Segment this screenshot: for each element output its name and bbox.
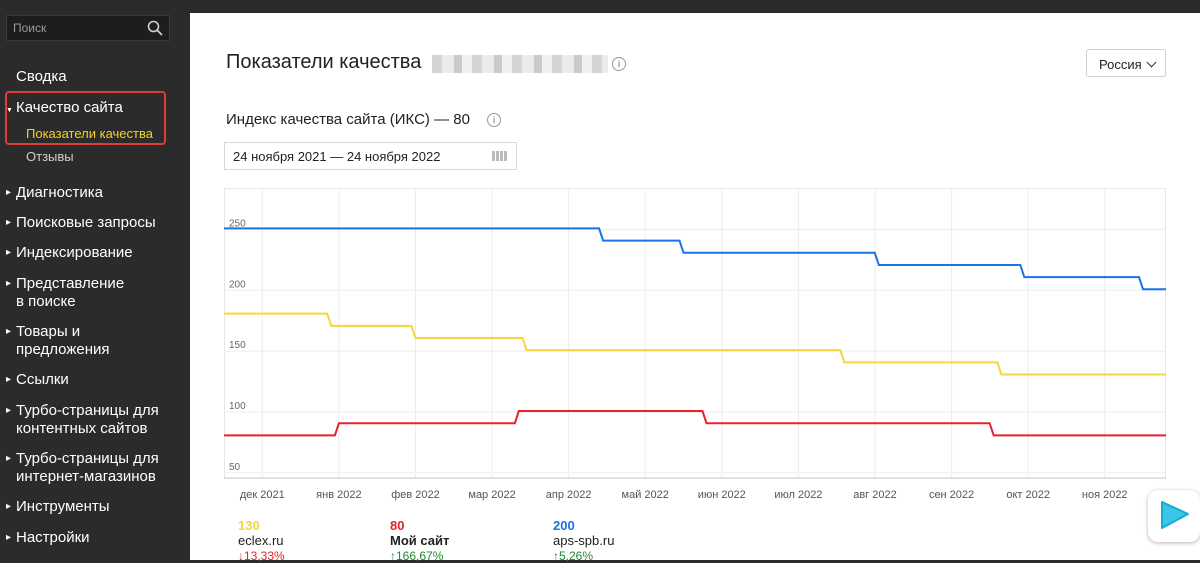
x-tick-label: май 2022: [622, 489, 669, 501]
chart: дек 2021 янв 2022 фев 2022 мар 2022 апр 2022…: [224, 188, 1167, 503]
legend-change: ↑166,67%: [390, 549, 444, 563]
x-tick-label: окт 2022: [1006, 489, 1050, 501]
sidebar-item-label: Качество сайта: [16, 99, 123, 116]
chevron-down-icon: [1146, 57, 1157, 68]
collapsed-arrow-icon: ▸: [6, 501, 12, 512]
x-tick-label: авг 2022: [853, 489, 897, 501]
legend-site: aps-spb.ru: [553, 533, 615, 548]
expanded-arrow-icon: ▼: [6, 107, 13, 114]
sidebar-item-links[interactable]: ▸ Ссылки: [6, 371, 69, 389]
search-icon[interactable]: [147, 20, 163, 36]
main-panel: Показатели качества i Россия Индекс каче…: [190, 13, 1200, 563]
date-range-picker[interactable]: 24 ноября 2021 — 24 ноября 2022: [224, 142, 517, 170]
collapsed-arrow-icon: ▸: [6, 247, 12, 258]
sidebar-item-tools[interactable]: ▸ Инструменты: [6, 498, 110, 516]
play-chat-icon: [1161, 501, 1189, 529]
legend-change: ↑5,26%: [553, 549, 594, 563]
x-tick-label: мар 2022: [468, 489, 515, 501]
sidebar-subitem-quality-indicators[interactable]: Показатели качества: [26, 126, 153, 141]
y-tick-label: 150: [229, 340, 246, 351]
sidebar-item-label: контентных сайтов: [16, 420, 148, 437]
sidebar-item-label: Инструменты: [16, 498, 110, 515]
legend-item-aps-spb[interactable]: 200 aps-spb.ru ↑5,26%: [553, 518, 614, 563]
legend-item-eclex[interactable]: 130 eclex.ru ↓13,33%: [238, 518, 285, 563]
sidebar-item-label: интернет-магазинов: [16, 468, 156, 485]
page-title: Показатели качества: [226, 51, 422, 73]
sidebar-item-summary[interactable]: Сводка: [16, 68, 67, 85]
collapsed-arrow-icon: ▸: [6, 532, 12, 543]
sidebar: Сводка ▼ Качество сайта Показатели качес…: [0, 0, 190, 560]
sidebar-item-search-appearance[interactable]: ▸ Представление в поиске: [6, 275, 125, 311]
sidebar-subitem-reviews[interactable]: Отзывы: [26, 149, 74, 164]
series-line: [224, 312, 1166, 376]
sidebar-item-quality[interactable]: ▼ Качество сайта: [6, 99, 123, 117]
collapsed-arrow-icon: ▸: [6, 453, 12, 464]
legend-value: 200: [553, 518, 575, 533]
sidebar-item-label: Товары и: [16, 323, 81, 340]
x-tick-label: июл 2022: [774, 489, 822, 501]
legend-value: 80: [390, 518, 405, 533]
iks-subtitle: Индекс качества сайта (ИКС) — 80: [226, 111, 470, 128]
legend-value: 130: [238, 518, 260, 533]
sidebar-item-indexing[interactable]: ▸ Индексирование: [6, 244, 133, 262]
x-tick-label: ноя 2022: [1082, 489, 1128, 501]
legend-site: Мой сайт: [390, 533, 450, 548]
sidebar-item-label: Ссылки: [16, 371, 69, 388]
sidebar-item-label: Настройки: [16, 529, 90, 546]
region-label: Россия: [1099, 57, 1142, 72]
legend-site: eclex.ru: [238, 533, 284, 548]
x-tick-label: сен 2022: [929, 489, 974, 501]
sidebar-item-settings[interactable]: ▸ Настройки: [6, 529, 90, 547]
sidebar-item-label: Турбо-страницы для: [16, 450, 159, 467]
y-tick-label: 100: [229, 401, 246, 412]
sidebar-item-products[interactable]: ▸ Товары и предложения: [6, 323, 110, 359]
x-tick-label: июн 2022: [698, 489, 746, 501]
collapsed-arrow-icon: ▸: [6, 187, 12, 198]
sidebar-item-label: Поисковые запросы: [16, 214, 156, 231]
collapsed-arrow-icon: ▸: [6, 217, 12, 228]
sidebar-item-turbo-content[interactable]: ▸ Турбо-страницы для контентных сайтов: [6, 402, 159, 438]
collapsed-arrow-icon: ▸: [6, 326, 12, 337]
sidebar-item-search-queries[interactable]: ▸ Поисковые запросы: [6, 214, 156, 232]
series-line: [224, 227, 1166, 291]
legend-item-my-site[interactable]: 80 Мой сайт ↑166,67%: [390, 518, 449, 563]
sidebar-item-label: Представление: [16, 275, 125, 292]
calendar-icon: [492, 151, 508, 161]
sidebar-item-diagnostics[interactable]: ▸ Диагностика: [6, 184, 103, 202]
info-icon[interactable]: i: [487, 113, 501, 127]
collapsed-arrow-icon: ▸: [6, 278, 12, 289]
y-tick-label: 50: [229, 462, 241, 473]
x-tick-label: янв 2022: [316, 489, 361, 501]
region-select[interactable]: Россия: [1086, 49, 1166, 77]
series-line: [224, 410, 1166, 437]
legend-change: ↓13,33%: [238, 549, 285, 563]
sidebar-item-label: в поиске: [16, 293, 76, 310]
blurred-site-name: [432, 55, 608, 73]
sidebar-item-label: Турбо-страницы для: [16, 402, 159, 419]
date-range-label: 24 ноября 2021 — 24 ноября 2022: [233, 149, 441, 164]
y-tick-label: 200: [229, 279, 246, 290]
collapsed-arrow-icon: ▸: [6, 374, 12, 385]
chart-svg: дек 2021 янв 2022 фев 2022 мар 2022 апр 2022…: [224, 188, 1167, 501]
info-icon[interactable]: i: [612, 57, 626, 71]
x-tick-label: дек 2021: [240, 489, 285, 501]
sidebar-item-label: Диагностика: [16, 184, 103, 201]
floating-widget-button[interactable]: [1148, 490, 1200, 542]
collapsed-arrow-icon: ▸: [6, 405, 12, 416]
search-box[interactable]: [6, 15, 170, 41]
sidebar-item-label: предложения: [16, 341, 110, 358]
x-tick-label: фев 2022: [391, 489, 440, 501]
x-tick-label: апр 2022: [546, 489, 592, 501]
sidebar-item-turbo-shops[interactable]: ▸ Турбо-страницы для интернет-магазинов: [6, 450, 159, 486]
search-input[interactable]: [7, 16, 159, 40]
sidebar-item-label: Индексирование: [16, 244, 133, 261]
